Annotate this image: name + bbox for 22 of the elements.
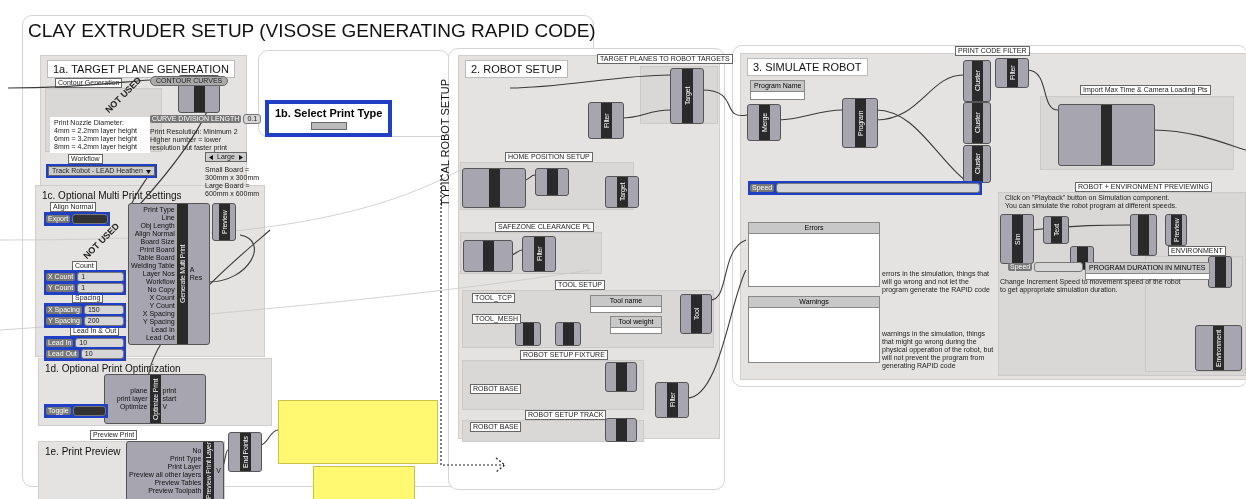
component-node[interactable] — [1130, 214, 1157, 256]
dropdown-field[interactable] — [310, 122, 347, 130]
group-heading: 1d. Optional Print Optimization — [45, 363, 181, 374]
component-node[interactable] — [1058, 104, 1155, 166]
right-arrow-icon — [237, 154, 243, 160]
canvas-title: CLAY EXTRUDER SETUP (VISOSE GENERATING RAPID CODE) — [28, 20, 596, 42]
caret-icon — [145, 168, 151, 174]
component-node[interactable] — [463, 240, 513, 272]
component-node[interactable] — [462, 168, 526, 208]
component-node[interactable] — [555, 322, 581, 346]
component-node[interactable] — [605, 362, 637, 392]
group-heading: 2. ROBOT SETUP — [465, 60, 568, 78]
component-node[interactable] — [1208, 256, 1232, 288]
group-heading: 1a. TARGET PLANE GENERATION — [47, 60, 235, 78]
side-label: TYPICAL ROBOT SETUP — [439, 77, 451, 206]
left-arrow-icon — [209, 154, 214, 160]
group-heading: 3. SIMULATE ROBOT — [747, 58, 868, 76]
print-type-heading: 1b. Select Print Type — [275, 107, 383, 119]
component-node[interactable] — [605, 418, 637, 442]
group-heading: 1e. Print Preview — [45, 446, 121, 457]
component-node[interactable] — [515, 322, 541, 346]
component-node[interactable] — [535, 168, 569, 196]
